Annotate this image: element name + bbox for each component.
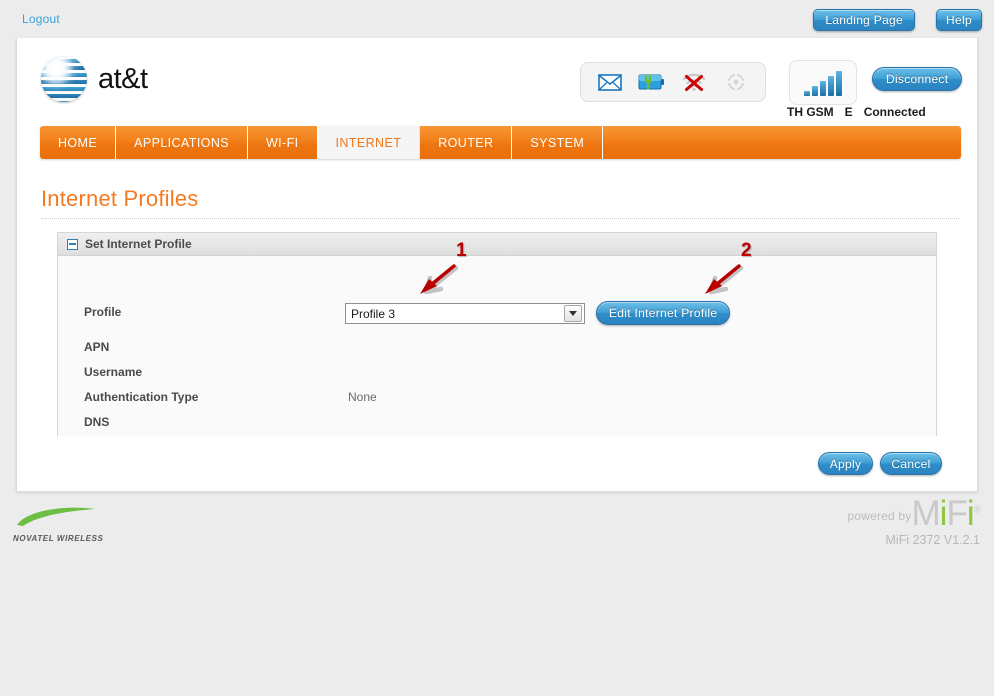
tab-applications[interactable]: APPLICATIONS — [116, 126, 248, 159]
disconnect-button[interactable]: Disconnect — [872, 67, 963, 91]
row-authentication-type: Authentication Type None — [58, 384, 936, 409]
main-navigation: HOME APPLICATIONS WI-FI INTERNET ROUTER … — [40, 126, 961, 159]
main-card: at&t Disconnect TH GSM E Connected HOME … — [16, 38, 978, 492]
network-name: TH GSM — [787, 105, 834, 119]
label-apn: APN — [84, 339, 110, 354]
registered-mark-icon: ® — [973, 504, 981, 516]
brand-name: at&t — [98, 62, 148, 95]
signal-bar-2 — [812, 86, 818, 96]
tab-wifi[interactable]: WI-FI — [248, 126, 318, 159]
page-title: Internet Profiles — [41, 186, 199, 211]
battery-charging-icon[interactable] — [637, 70, 667, 94]
logout-link[interactable]: Logout — [22, 12, 60, 26]
tab-router[interactable]: ROUTER — [420, 126, 513, 159]
powered-by-label: powered by — [847, 509, 912, 524]
panel-header[interactable]: Set Internet Profile — [58, 233, 936, 256]
status-badge: Connected — [863, 105, 926, 119]
row-username: Username — [58, 359, 936, 384]
brand: at&t — [41, 56, 148, 102]
message-icon[interactable] — [595, 70, 625, 94]
profile-select-value: Profile 3 — [351, 306, 396, 321]
annotation-number-1: 1 — [456, 240, 467, 261]
top-bar: Logout Landing Page Help — [0, 0, 994, 38]
apply-button[interactable]: Apply — [818, 452, 873, 475]
profile-select[interactable]: Profile 3 — [345, 303, 585, 324]
signal-bars-icon — [789, 60, 857, 105]
label-username: Username — [84, 364, 143, 379]
label-dns: DNS — [84, 414, 110, 429]
mifi-wordmark: MiFi® — [912, 496, 982, 531]
edit-internet-profile-button[interactable]: Edit Internet Profile — [596, 301, 731, 325]
bearer-type: E — [844, 105, 853, 119]
novatel-label: NOVATEL WIRELESS — [13, 534, 104, 543]
panel-body: Profile APN Username Authentication Type… — [58, 256, 936, 436]
row-apn: APN — [58, 334, 936, 359]
landing-page-button[interactable]: Landing Page — [813, 9, 915, 31]
mifi-footer: powered by MiFi® MiFi 2372 V1.2.1 — [847, 496, 982, 548]
nav-filler — [603, 126, 961, 159]
signal-bar-4 — [828, 76, 834, 96]
panel-title: Set Internet Profile — [85, 237, 192, 251]
row-dns: DNS — [58, 409, 936, 434]
mifi-letter-f: F — [946, 494, 967, 533]
att-globe-icon — [41, 56, 87, 102]
mifi-letter-m: M — [911, 494, 941, 533]
novatel-swoosh-icon — [17, 507, 95, 526]
signal-bar-1 — [804, 91, 810, 96]
signal-bar-5 — [836, 71, 842, 96]
minus-square-icon[interactable] — [67, 238, 78, 250]
cancel-button[interactable]: Cancel — [880, 452, 942, 475]
wifi-disabled-icon[interactable] — [679, 70, 709, 94]
tab-system[interactable]: SYSTEM — [512, 126, 604, 159]
connection-status: TH GSM E Connected — [787, 105, 993, 119]
label-profile: Profile — [84, 304, 122, 319]
novatel-footer-logo: NOVATEL WIRELESS — [13, 506, 138, 543]
help-button[interactable]: Help — [936, 9, 982, 31]
gps-icon[interactable] — [721, 70, 751, 94]
firmware-version: MiFi 2372 V1.2.1 — [885, 533, 981, 548]
set-internet-profile-panel: Set Internet Profile Profile APN Usernam… — [57, 232, 937, 436]
annotation-number-2: 2 — [741, 240, 752, 261]
tab-home[interactable]: HOME — [40, 126, 117, 159]
tab-internet[interactable]: INTERNET — [317, 126, 421, 159]
status-icon-group — [580, 62, 766, 102]
value-authentication-type: None — [348, 389, 377, 404]
label-authentication-type: Authentication Type — [84, 389, 199, 404]
signal-bar-3 — [820, 81, 826, 96]
mifi-letter-i2: i — [966, 494, 975, 533]
title-divider — [41, 218, 959, 219]
chevron-down-icon[interactable] — [564, 305, 582, 322]
